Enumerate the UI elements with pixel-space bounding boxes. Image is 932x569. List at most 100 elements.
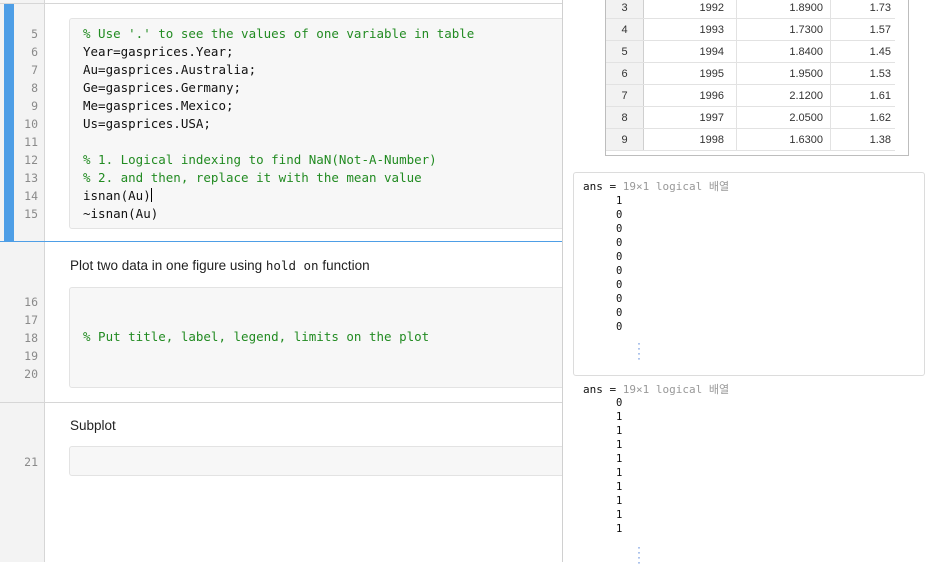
line-number: 21 [24, 455, 38, 469]
line-number: 13 [24, 171, 38, 185]
value-cell: 1.6300 [736, 128, 831, 151]
row-number: 3 [606, 0, 644, 19]
active-section-indicator [4, 4, 14, 242]
code-line[interactable]: Year=gasprices.Year; [83, 43, 234, 61]
code-line[interactable]: % 2. and then, replace it with the mean … [83, 169, 422, 187]
value-cell: 1.62 [830, 106, 895, 129]
more-values-icon[interactable]: · · · · [637, 337, 641, 364]
more-values-icon[interactable]: · · · · [637, 541, 641, 568]
table-row: 8 1997 2.0500 1.62 [606, 106, 895, 129]
ans-value: 0 [616, 265, 623, 277]
ans-value: 1 [616, 453, 623, 465]
code-line[interactable]: Us=gasprices.USA; [83, 115, 211, 133]
table-row: 9 1998 1.6300 1.38 [606, 128, 895, 151]
ans-value: 0 [616, 251, 623, 263]
code-comment-plot[interactable]: % Put title, label, legend, limits on th… [83, 328, 429, 346]
year-cell: 1997 [643, 106, 737, 129]
code-line[interactable]: ~isnan(Au) [83, 205, 158, 223]
row-number: 5 [606, 40, 644, 63]
year-cell: 1993 [643, 18, 737, 41]
ans-value: 0 [616, 223, 623, 235]
ans-value: 0 [616, 279, 623, 291]
ans-value: 1 [616, 467, 623, 479]
value-cell: 1.8400 [736, 40, 831, 63]
row-number: 7 [606, 84, 644, 107]
ans-value: 0 [616, 397, 623, 409]
value-cell: 1.61 [830, 84, 895, 107]
table-row: 3 1992 1.8900 1.73 [606, 0, 895, 19]
value-cell: 1.8900 [736, 0, 831, 19]
ans-label: ans = [583, 180, 623, 193]
value-cell: 1.45 [830, 40, 895, 63]
section-divider [0, 402, 562, 403]
line-number: 14 [24, 189, 38, 203]
year-cell: 1992 [643, 0, 737, 19]
ans-output-isnan [573, 172, 925, 376]
line-number: 7 [31, 63, 38, 77]
ans-value: 0 [616, 237, 623, 249]
ans-value: 1 [616, 425, 623, 437]
table-row: 5 1994 1.8400 1.45 [606, 40, 895, 63]
code-line[interactable]: % Use '.' to see the values of one varia… [83, 25, 474, 43]
text-cursor [150, 188, 152, 202]
table-row: 4 1993 1.7300 1.57 [606, 18, 895, 41]
line-number: 15 [24, 207, 38, 221]
table-row: 7 1996 2.1200 1.61 [606, 84, 895, 107]
section-divider [0, 241, 562, 242]
output-pane: 3 1992 1.8900 1.73 4 1993 1.7300 1.57 5 1994 1.840… [562, 0, 932, 568]
line-number: 18 [24, 331, 38, 345]
live-editor: 5 6 7 8 9 10 11 12 13 14 15 % Use '.' to see the v… [0, 0, 562, 562]
code-line[interactable]: isnan(Au) [83, 187, 152, 205]
data-table: 3 1992 1.8900 1.73 4 1993 1.7300 1.57 5 1994 1.840… [606, 0, 895, 151]
row-number: 9 [606, 128, 644, 151]
line-number: 5 [31, 27, 38, 41]
line-number: 17 [24, 313, 38, 327]
text-cell-subplot[interactable]: Subplot [70, 418, 116, 433]
value-cell: 2.1200 [736, 84, 831, 107]
ans-header: ans = 19×1 logical 배열 [583, 381, 729, 397]
year-cell: 1996 [643, 84, 737, 107]
ans-label: ans = [583, 383, 623, 396]
code-block[interactable] [69, 446, 562, 476]
ans-value: 0 [616, 321, 623, 333]
value-cell: 1.53 [830, 62, 895, 85]
code-line[interactable]: % 1. Logical indexing to find NaN(Not-A-… [83, 151, 437, 169]
table-row: 6 1995 1.9500 1.53 [606, 62, 895, 85]
ans-header: ans = 19×1 logical 배열 [583, 178, 729, 194]
code-line[interactable]: Me=gasprices.Mexico; [83, 97, 234, 115]
line-number: 6 [31, 45, 38, 59]
ans-value: 1 [616, 523, 623, 535]
year-cell: 1994 [643, 40, 737, 63]
line-number: 20 [24, 367, 38, 381]
line-number: 8 [31, 81, 38, 95]
value-cell: 1.38 [830, 128, 895, 151]
ans-type: 19×1 logical 배열 [622, 180, 730, 193]
line-number: 11 [24, 135, 38, 149]
value-cell: 1.57 [830, 18, 895, 41]
line-number: 10 [24, 117, 38, 131]
ans-value: 1 [616, 411, 623, 423]
text-cell-before: Plot two data in one figure using [70, 258, 266, 273]
text-cell-after: function [318, 258, 370, 273]
line-number: 9 [31, 99, 38, 113]
text-cell-hold-on[interactable]: Plot two data in one figure using hold o… [70, 258, 370, 273]
line-number: 16 [24, 295, 38, 309]
text-cell-code: hold on [265, 258, 319, 273]
value-cell: 1.9500 [736, 62, 831, 85]
value-cell: 1.7300 [736, 18, 831, 41]
table-output[interactable]: 3 1992 1.8900 1.73 4 1993 1.7300 1.57 5 1994 1.840… [605, 0, 909, 156]
code-line[interactable]: Ge=gasprices.Germany; [83, 79, 241, 97]
ans-value: 1 [616, 481, 623, 493]
year-cell: 1998 [643, 128, 737, 151]
ans-type: 19×1 logical 배열 [622, 383, 730, 396]
year-cell: 1995 [643, 62, 737, 85]
ans-value: 1 [616, 439, 623, 451]
ans-value: 1 [616, 195, 623, 207]
ans-value: 0 [616, 209, 623, 221]
ans-value: 0 [616, 293, 623, 305]
ans-value: 1 [616, 495, 623, 507]
code-line[interactable]: Au=gasprices.Australia; [83, 61, 256, 79]
value-cell: 2.0500 [736, 106, 831, 129]
ans-value: 1 [616, 509, 623, 521]
row-number: 4 [606, 18, 644, 41]
